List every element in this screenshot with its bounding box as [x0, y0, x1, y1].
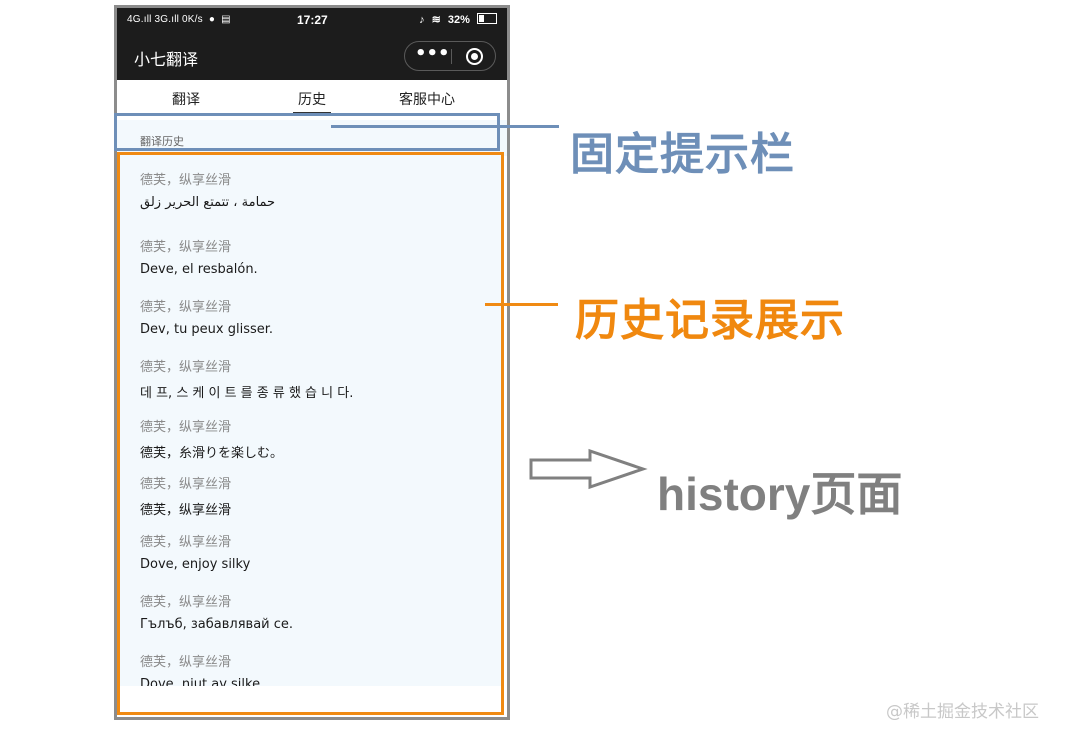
close-target-icon[interactable]: [466, 48, 483, 65]
tab-customer-service[interactable]: 客服中心: [382, 89, 472, 109]
mini-program-capsule: •••: [404, 41, 496, 71]
fixed-bar-highlight-box: [114, 113, 500, 151]
status-signal: 4G.ıll 3G.ıll 0K/s ● ▤: [127, 14, 231, 25]
app-title: 小七翻译: [134, 50, 199, 69]
history-annotation: 历史记录展示: [575, 295, 845, 346]
status-bar: 4G.ıll 3G.ıll 0K/s ● ▤ 17:27 ♪ ≋ 32%: [117, 8, 507, 32]
history-connector: [485, 303, 558, 306]
more-dots-icon[interactable]: •••: [415, 44, 450, 68]
storage-icon: ▤: [221, 14, 231, 25]
status-signal-text: 4G.ıll 3G.ıll 0K/s: [127, 14, 203, 25]
battery-percent: 32%: [447, 14, 470, 26]
title-bar: 小七翻译 •••: [117, 32, 507, 80]
message-icon: ●: [208, 14, 216, 25]
tab-translate[interactable]: 翻译: [141, 89, 231, 109]
page-annotation: history页面: [657, 468, 903, 520]
history-highlight-box: [117, 152, 504, 715]
mute-icon: ♪: [419, 14, 425, 26]
status-right: ♪ ≋ 32%: [415, 13, 497, 26]
arrow-right-icon: [529, 448, 648, 490]
watermark: @稀土掘金技术社区: [886, 702, 1039, 722]
tab-history[interactable]: 历史: [267, 89, 357, 109]
battery-icon: [477, 13, 497, 24]
fixed-bar-annotation: 固定提示栏: [570, 129, 795, 180]
status-time: 17:27: [297, 13, 328, 27]
capsule-divider: [451, 49, 452, 64]
fixed-bar-connector: [331, 125, 559, 128]
wifi-icon: ≋: [431, 14, 441, 26]
